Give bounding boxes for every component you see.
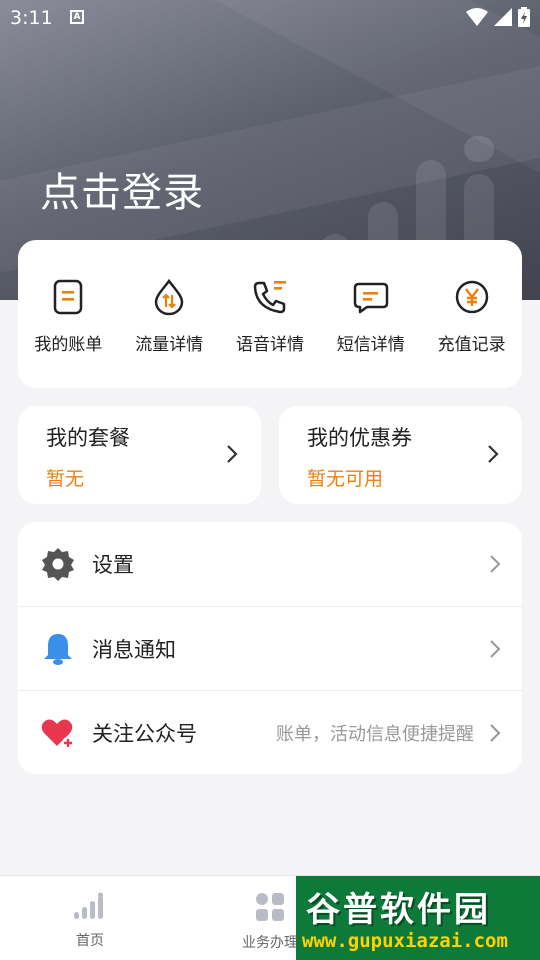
notification-icon: A (70, 10, 84, 24)
list-item-hint: 账单，活动信息便捷提醒 (276, 723, 474, 745)
login-prompt[interactable]: 点击登录 (40, 160, 204, 218)
quick-action-bill[interactable]: 我的账单 (20, 278, 116, 388)
package-value: 暂无 (46, 468, 85, 490)
grid-icon (256, 893, 284, 921)
bell-icon (40, 631, 76, 667)
chevron-right-icon (488, 445, 499, 463)
battery-icon (518, 7, 530, 27)
quick-action-data[interactable]: 流量详情 (121, 278, 217, 388)
bill-icon (54, 279, 83, 315)
settings-list: 设置 消息通知 关注公众号 账单，活动信息便捷提醒 (18, 522, 522, 774)
heart-plus-icon (40, 715, 76, 751)
chevron-right-icon (227, 445, 238, 463)
quick-action-label: 短信详情 (336, 335, 405, 355)
list-item-label: 消息通知 (92, 637, 176, 662)
list-item-label: 设置 (92, 553, 134, 577)
phone-icon (253, 281, 286, 314)
message-icon (353, 282, 389, 314)
status-bar: 3:11 A (0, 0, 540, 36)
watermark-logo: 谷普软件园 www.gupuxiazai.com (296, 876, 540, 960)
coupon-value: 暂无可用 (307, 468, 384, 490)
quick-action-label: 我的账单 (34, 335, 103, 355)
my-package-card[interactable]: 我的套餐 暂无 (18, 406, 261, 504)
chevron-right-icon (490, 555, 501, 573)
list-item-notifications[interactable]: 消息通知 (18, 606, 522, 690)
quick-action-label: 语音详情 (235, 335, 304, 355)
quick-action-recharge[interactable]: 充值记录 (424, 278, 520, 388)
my-coupon-card[interactable]: 我的优惠券 暂无可用 (279, 406, 522, 504)
chevron-right-icon (490, 724, 501, 742)
yen-icon (455, 280, 488, 314)
quick-action-voice[interactable]: 语音详情 (222, 278, 318, 388)
nav-home[interactable]: 首页 (40, 892, 140, 950)
quick-action-sms[interactable]: 短信详情 (323, 278, 419, 388)
list-item-follow-account[interactable]: 关注公众号 账单，活动信息便捷提醒 (18, 690, 522, 774)
status-icons (466, 7, 530, 27)
watermark-title: 谷普软件园 (306, 890, 491, 930)
watermark-url: www.gupuxiazai.com (302, 930, 508, 952)
quick-actions-card: 我的账单 流量详情 语音详情 短信详情 充值记录 (18, 240, 522, 388)
list-item-settings[interactable]: 设置 (18, 522, 522, 606)
data-drop-icon (154, 278, 184, 316)
status-time: 3:11 (10, 7, 53, 29)
quick-action-label: 流量详情 (135, 335, 204, 355)
gear-icon (40, 546, 76, 582)
wifi-icon (466, 8, 488, 26)
chevron-right-icon (490, 640, 501, 658)
quick-action-label: 充值记录 (437, 335, 506, 355)
nav-label: 首页 (76, 933, 104, 949)
signal-bars-icon (74, 892, 103, 919)
cell-signal-icon (494, 8, 512, 26)
list-item-label: 关注公众号 (92, 721, 197, 746)
